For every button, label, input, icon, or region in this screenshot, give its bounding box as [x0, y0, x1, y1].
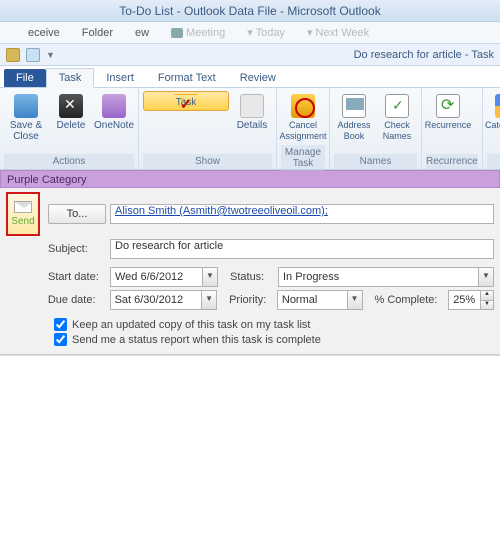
address-book-button[interactable]: Address Book	[334, 91, 374, 145]
task-view-button[interactable]: Task	[143, 91, 229, 111]
group-label-show: Show	[143, 154, 272, 169]
menu-bar: eceive Folder ew Meeting ▾ Today ▾ Next …	[0, 22, 500, 44]
menu-view[interactable]: ew	[135, 27, 149, 39]
priority-dropdown[interactable]: ▼	[347, 291, 362, 309]
cancel-icon	[291, 94, 315, 118]
group-tags: Categorize▾ Follow Up▾ Private High Impo…	[483, 88, 500, 169]
save-close-button[interactable]: Save & Close	[4, 91, 48, 145]
qat-icon-2[interactable]	[26, 48, 40, 62]
group-show: Task Details Show	[139, 88, 277, 169]
menu-meeting[interactable]: Meeting	[171, 27, 225, 39]
due-date-picker[interactable]: ▼	[201, 291, 216, 309]
ribbon-tabs: File Task Insert Format Text Review	[0, 66, 500, 88]
start-date-label: Start date:	[48, 271, 106, 283]
priority-select[interactable]: Normal▼	[277, 290, 363, 310]
group-label-recurrence: Recurrence	[426, 154, 478, 169]
details-icon	[240, 94, 264, 118]
addressbook-icon	[342, 94, 366, 118]
tab-insert[interactable]: Insert	[94, 69, 146, 87]
status-select[interactable]: In Progress▼	[278, 267, 494, 287]
task-icon	[174, 94, 198, 95]
group-manage: Cancel Assignment Manage Task	[277, 88, 330, 169]
cancel-assignment-button[interactable]: Cancel Assignment	[281, 91, 325, 145]
quick-access-bar: ▼ Do research for article - Task	[0, 44, 500, 66]
start-date-picker[interactable]: ▼	[202, 268, 217, 286]
tab-formattext[interactable]: Format Text	[146, 69, 228, 87]
complete-down[interactable]: ▼	[481, 301, 493, 310]
due-date-label: Due date:	[48, 294, 106, 306]
status-label: Status:	[230, 271, 274, 283]
to-button[interactable]: To...	[48, 204, 106, 224]
group-recurrence: Recurrence Recurrence	[422, 88, 483, 169]
onenote-icon	[102, 94, 126, 118]
onenote-button[interactable]: OneNote	[94, 91, 134, 134]
qat-icon-1[interactable]	[6, 48, 20, 62]
complete-label: % Complete:	[375, 294, 445, 306]
recurrence-button[interactable]: Recurrence	[426, 91, 470, 134]
category-bar: Purple Category	[0, 170, 500, 188]
group-names: Address Book Check Names Names	[330, 88, 422, 169]
task-form: Send To... Alison Smith (Asmith@twotreeo…	[0, 188, 500, 355]
categorize-icon	[495, 94, 500, 118]
to-field[interactable]: Alison Smith (Asmith@twotreeoliveoil.com…	[110, 204, 494, 224]
group-label-actions: Actions	[4, 154, 134, 169]
delete-icon	[59, 94, 83, 118]
save-icon	[14, 94, 38, 118]
checknames-icon	[385, 94, 409, 118]
send-button[interactable]: Send	[6, 192, 40, 236]
recurrence-icon	[436, 94, 460, 118]
qat-more[interactable]: ▼	[46, 50, 55, 60]
due-date-field[interactable]: Sat 6/30/2012▼	[110, 290, 218, 310]
tab-task[interactable]: Task	[46, 68, 95, 88]
menu-nextweek[interactable]: ▾ Next Week	[307, 26, 369, 39]
menu-receive[interactable]: eceive	[28, 27, 60, 39]
group-label-names: Names	[334, 154, 417, 169]
status-dropdown[interactable]: ▼	[478, 268, 493, 286]
keep-copy-checkbox[interactable]	[54, 318, 67, 331]
title-bar: To-Do List - Outlook Data File - Microso…	[0, 0, 500, 22]
group-label-manage: Manage Task	[281, 145, 325, 171]
menu-today[interactable]: ▾ Today	[247, 26, 285, 39]
complete-up[interactable]: ▲	[481, 291, 493, 301]
status-report-checkbox[interactable]	[54, 333, 67, 346]
ribbon: Save & Close Delete OneNote Actions Task…	[0, 88, 500, 170]
status-report-label: Send me a status report when this task i…	[72, 334, 321, 346]
window-subtitle: Do research for article - Task	[354, 49, 494, 61]
complete-spinner[interactable]: 25%▲▼	[448, 290, 494, 310]
delete-button[interactable]: Delete	[51, 91, 91, 134]
details-button[interactable]: Details	[232, 91, 272, 134]
subject-field[interactable]: Do research for article	[110, 239, 494, 259]
priority-label: Priority:	[229, 294, 273, 306]
tab-review[interactable]: Review	[228, 69, 288, 87]
group-label-tags: Tags	[487, 154, 500, 169]
meeting-icon	[171, 28, 183, 38]
start-date-field[interactable]: Wed 6/6/2012▼	[110, 267, 218, 287]
subject-label: Subject:	[48, 243, 106, 255]
envelope-icon	[14, 201, 32, 213]
categorize-button[interactable]: Categorize▾	[487, 91, 500, 145]
tab-file[interactable]: File	[4, 69, 46, 87]
keep-copy-label: Keep an updated copy of this task on my …	[72, 319, 310, 331]
group-actions: Save & Close Delete OneNote Actions	[0, 88, 139, 169]
task-body[interactable]	[0, 355, 500, 545]
menu-folder[interactable]: Folder	[82, 27, 113, 39]
check-names-button[interactable]: Check Names	[377, 91, 417, 145]
